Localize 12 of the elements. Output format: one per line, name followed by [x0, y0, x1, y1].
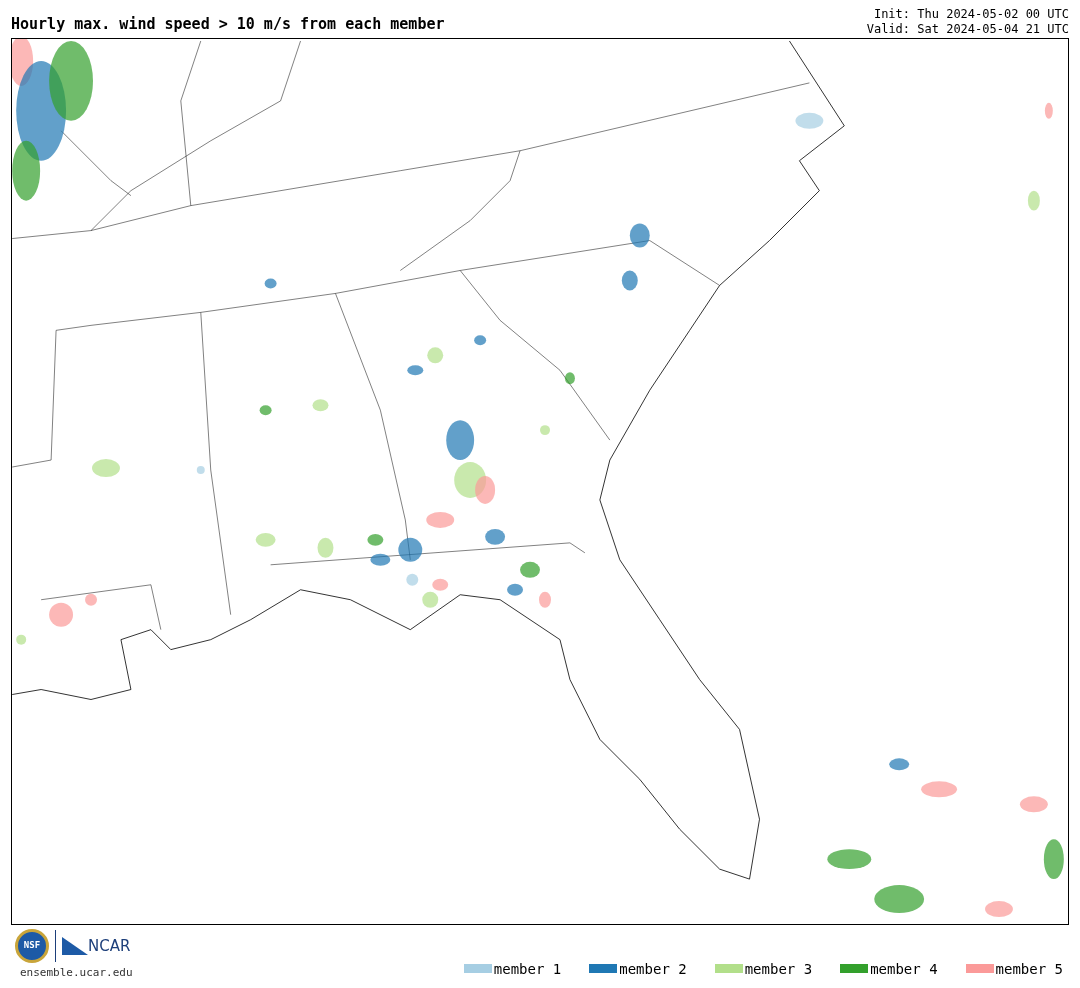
seal-logo: NSF — [15, 929, 49, 963]
legend-label: member 1 — [493, 961, 562, 976]
legend-label: member 3 — [744, 961, 813, 976]
site-url: ensemble.ucar.edu — [19, 965, 133, 981]
ncar-logo-text: NCAR — [88, 938, 131, 954]
ncar-logo-icon — [62, 937, 88, 955]
valid-time: Valid: Sat 2024-05-04 21 UTC — [866, 22, 1069, 37]
legend-label: member 5 — [995, 961, 1063, 976]
legend-label: member 2 — [619, 961, 687, 976]
chart-title: Hourly max. wind speed > 10 m/s from each member — [11, 17, 445, 35]
legend-label: member 4 — [870, 961, 938, 976]
init-time: Init: Thu 2024-05-02 00 UTC — [873, 7, 1069, 22]
